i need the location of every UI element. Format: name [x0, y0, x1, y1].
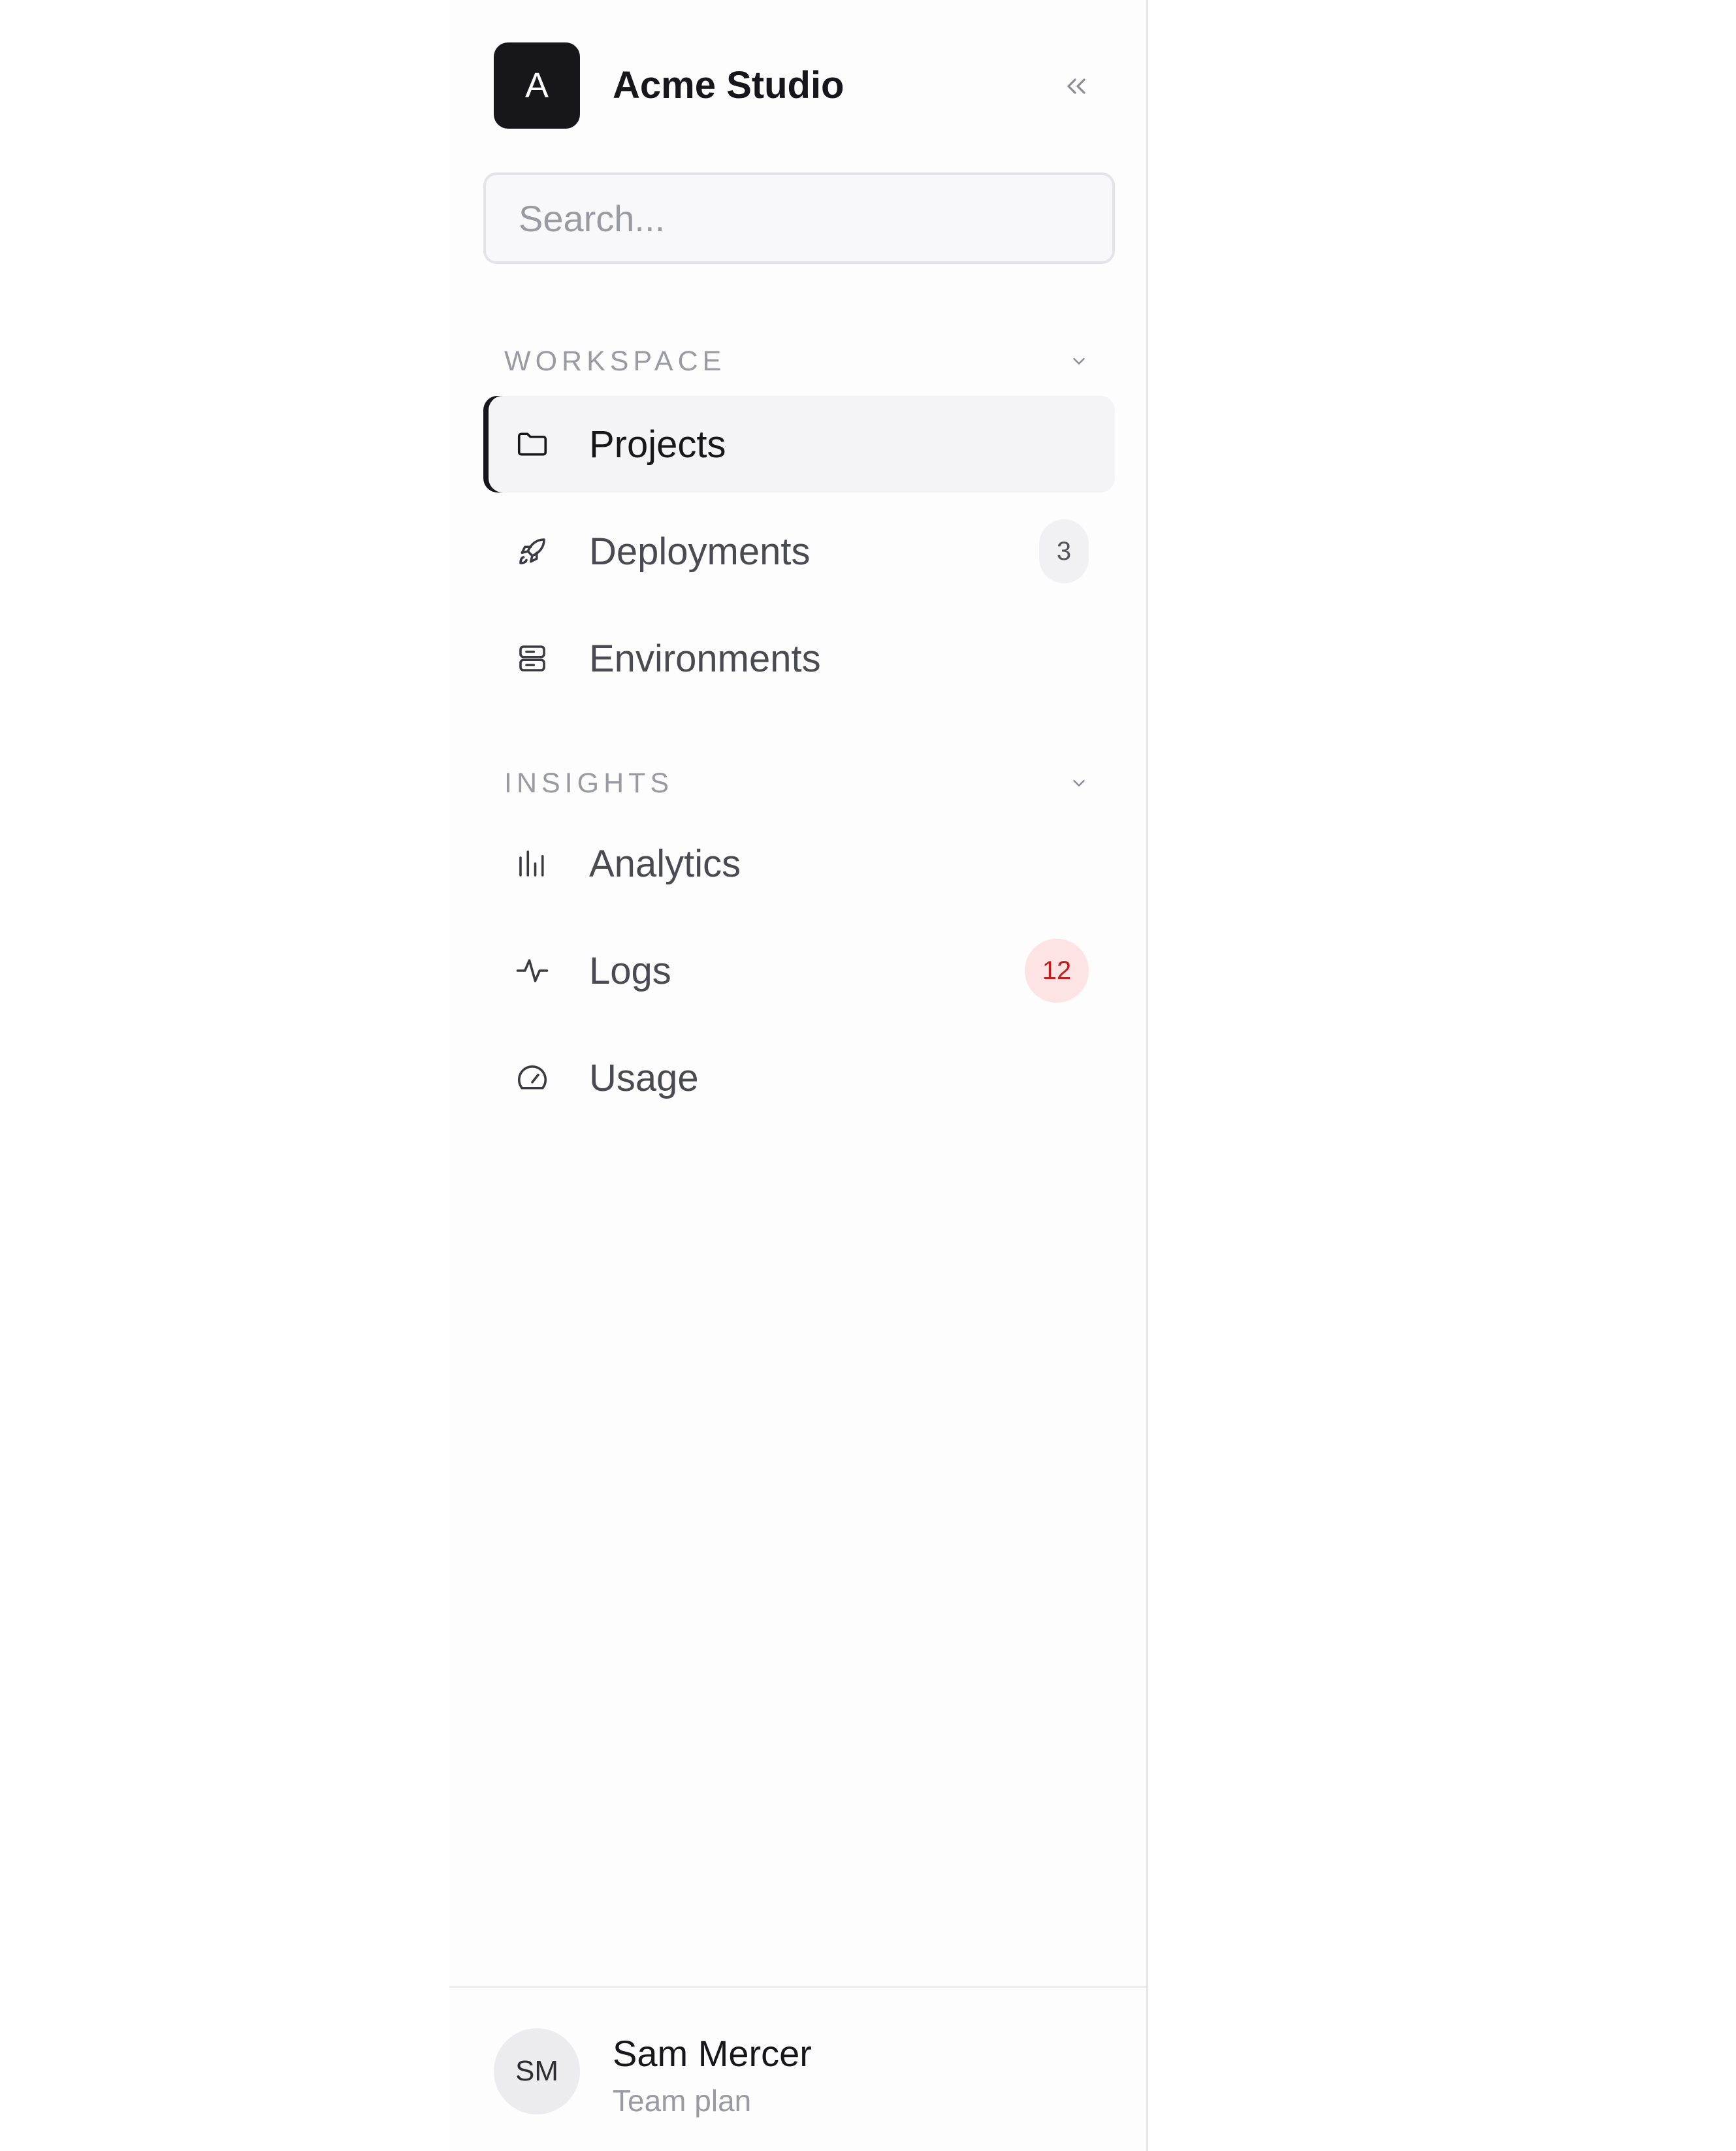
user-name: Sam Mercer — [613, 2033, 812, 2074]
avatar: SM — [494, 2028, 580, 2114]
main-content-area — [1150, 0, 1736, 2151]
sidebar: A Acme Studio WORKSPACE Projects — [449, 0, 1148, 2151]
server-icon — [509, 636, 555, 681]
gauge-icon — [509, 1055, 555, 1101]
brand-logo-letter: A — [524, 66, 549, 105]
sidebar-item-label: Environments — [589, 637, 821, 680]
deployments-count-badge: 3 — [1039, 519, 1089, 583]
chevron-down-icon — [1069, 773, 1089, 793]
chevrons-left-icon — [1067, 78, 1085, 94]
section-title-insights: INSIGHTS — [504, 767, 674, 799]
sidebar-item-logs[interactable]: Logs 12 — [483, 922, 1115, 1019]
left-blank-area — [0, 0, 449, 2151]
sidebar-item-label: Projects — [589, 423, 726, 466]
section-header-insights[interactable]: INSIGHTS — [504, 760, 1115, 806]
rocket-icon — [509, 528, 555, 574]
user-profile[interactable]: SM Sam Mercer Team plan — [449, 1986, 1146, 2151]
collapse-sidebar-button[interactable] — [1050, 60, 1102, 112]
chevron-down-icon — [1069, 351, 1089, 371]
search-input[interactable] — [483, 172, 1115, 264]
sidebar-item-environments[interactable]: Environments — [483, 610, 1115, 707]
sidebar-item-usage[interactable]: Usage — [483, 1029, 1115, 1126]
sidebar-item-deployments[interactable]: Deployments 3 — [483, 503, 1115, 600]
sidebar-item-label: Analytics — [589, 842, 741, 885]
sidebar-item-label: Usage — [589, 1056, 699, 1099]
sidebar-item-analytics[interactable]: Analytics — [483, 815, 1115, 912]
brand-name: Acme Studio — [613, 64, 844, 106]
section-header-workspace[interactable]: WORKSPACE — [504, 338, 1115, 384]
activity-icon — [509, 948, 555, 994]
sidebar-item-label: Deployments — [589, 530, 811, 573]
folder-icon — [509, 421, 555, 467]
sidebar-item-label: Logs — [589, 949, 671, 992]
section-title-workspace: WORKSPACE — [504, 345, 726, 377]
sidebar-item-projects[interactable]: Projects — [483, 396, 1115, 493]
brand-logo: A — [494, 42, 580, 129]
logs-count-badge: 12 — [1025, 939, 1089, 1003]
avatar-initials: SM — [515, 2055, 558, 2087]
user-plan: Team plan — [613, 2084, 752, 2118]
bar-chart-icon — [509, 841, 555, 886]
